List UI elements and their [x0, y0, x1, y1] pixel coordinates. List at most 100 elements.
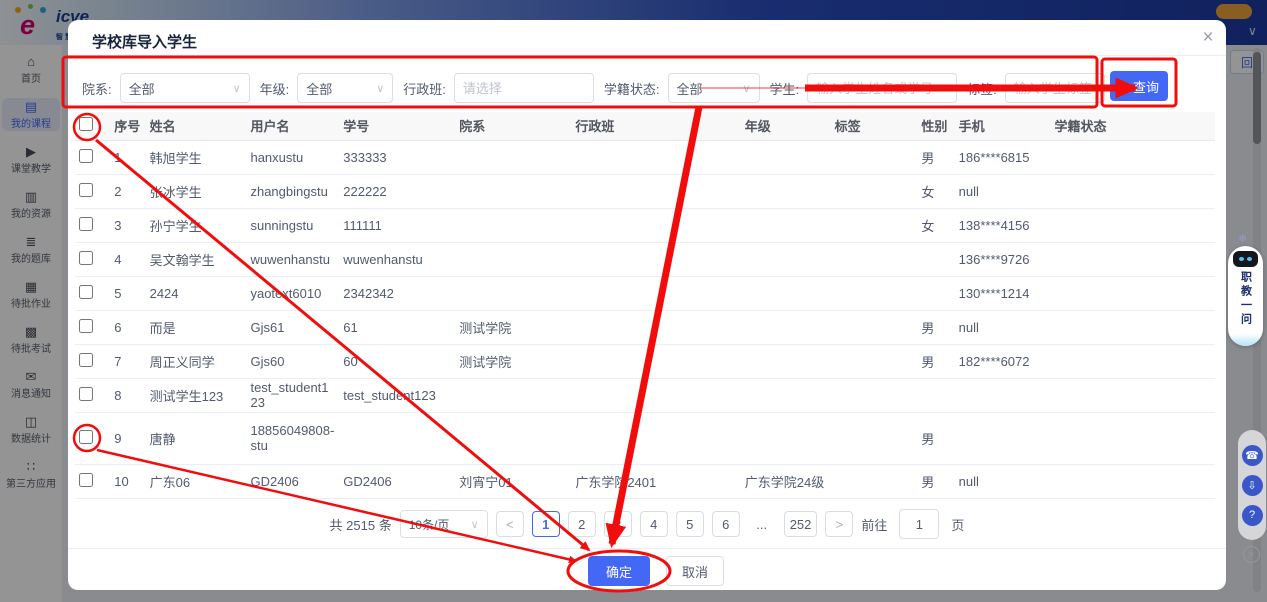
- cell-status: [1050, 310, 1215, 344]
- cell-gender: [917, 276, 954, 310]
- cell-username: 18856049808-stu: [246, 412, 339, 464]
- chevron-down-icon: ∨: [233, 82, 241, 95]
- cell-username: Gjs60: [246, 344, 339, 378]
- cell-student-id: 111111: [339, 208, 455, 242]
- customer-service-icon[interactable]: ☎: [1242, 445, 1263, 466]
- col-header-class: 行政班: [571, 112, 740, 140]
- goto-page-input[interactable]: [899, 509, 939, 539]
- chevron-down-icon: ∨: [376, 82, 384, 95]
- table-header-row: 序号 姓名 用户名 学号 院系 行政班 年级 标签 性别 手机 学籍状态: [75, 112, 1215, 140]
- table-row: 8 测试学生123 test_student123 test_student12…: [75, 378, 1215, 412]
- cell-class: [571, 412, 740, 464]
- row-checkbox[interactable]: [79, 149, 93, 163]
- cell-username: test_student123: [246, 378, 339, 412]
- tag-label: 标签:: [967, 79, 997, 98]
- page-button-4[interactable]: 4: [640, 511, 668, 537]
- next-page-button[interactable]: >: [825, 511, 853, 537]
- table-row: 5 2424 yaotext6010 2342342 130****1214: [75, 276, 1215, 310]
- filter-college: 院系: 全部 ∨: [82, 73, 250, 103]
- row-checkbox[interactable]: [79, 319, 93, 333]
- student-search-input[interactable]: [807, 73, 957, 103]
- table-row: 4 吴文翰学生 wuwenhanstu wuwenhanstu 136****9…: [75, 242, 1215, 276]
- chevron-down-icon: ∨: [471, 518, 479, 531]
- col-header-gender: 性别: [917, 112, 954, 140]
- cell-college: [455, 242, 571, 276]
- cell-class: [571, 174, 740, 208]
- cell-status: [1050, 208, 1215, 242]
- filter-bar: 院系: 全部 ∨ 年级: 全部 ∨ 行政班: 学籍状态: 全: [80, 66, 1105, 110]
- cell-tag: [831, 378, 918, 412]
- cell-tag: [831, 464, 918, 498]
- row-checkbox[interactable]: [79, 353, 93, 367]
- cell-class: [571, 242, 740, 276]
- cell-status: [1050, 140, 1215, 174]
- cell-student-id: [339, 412, 455, 464]
- chevron-down-icon: ∨: [742, 82, 750, 95]
- page-size-select[interactable]: 10条/页 ∨: [400, 510, 488, 538]
- status-select[interactable]: 全部 ∨: [668, 73, 760, 103]
- row-checkbox[interactable]: [79, 183, 93, 197]
- class-input[interactable]: [454, 73, 594, 103]
- prev-page-button[interactable]: <: [496, 511, 524, 537]
- cell-tag: [831, 208, 918, 242]
- row-checkbox[interactable]: [79, 251, 93, 265]
- table-row: 3 孙宁学生 sunningstu 111111 女 138****4156: [75, 208, 1215, 242]
- row-checkbox[interactable]: [79, 217, 93, 231]
- cell-college: [455, 412, 571, 464]
- cell-username: Gjs61: [246, 310, 339, 344]
- page-button-5[interactable]: 5: [676, 511, 704, 537]
- close-icon[interactable]: ×: [1196, 26, 1220, 50]
- help-icon[interactable]: ?: [1242, 505, 1263, 526]
- confirm-button[interactable]: 确定: [588, 556, 650, 586]
- cell-college: 测试学院: [455, 310, 571, 344]
- cell-phone: 138****4156: [955, 208, 1051, 242]
- cell-class: [571, 310, 740, 344]
- cell-phone: null: [955, 310, 1051, 344]
- ai-assistant-widget[interactable]: 职教一问: [1228, 246, 1263, 346]
- cell-college: [455, 174, 571, 208]
- tag-input[interactable]: [1005, 73, 1105, 103]
- cell-tag: [831, 344, 918, 378]
- row-checkbox[interactable]: [79, 285, 93, 299]
- cancel-button[interactable]: 取消: [666, 556, 724, 586]
- college-select[interactable]: 全部 ∨: [120, 73, 250, 103]
- college-select-value: 全部: [129, 79, 155, 98]
- cell-class: 广东学院2401: [571, 464, 740, 498]
- row-checkbox[interactable]: [79, 473, 93, 487]
- cell-grade: [741, 310, 831, 344]
- students-table: 序号 姓名 用户名 学号 院系 行政班 年级 标签 性别 手机 学籍状态 1: [75, 112, 1215, 499]
- search-button[interactable]: 查询: [1110, 71, 1168, 101]
- cell-no: 2: [110, 174, 145, 208]
- cell-class: [571, 378, 740, 412]
- cell-tag: [831, 242, 918, 276]
- cell-gender: 男: [917, 412, 954, 464]
- more-pages-icon[interactable]: ...: [748, 511, 776, 537]
- download-icon[interactable]: ⇩: [1242, 475, 1263, 496]
- page-button-2[interactable]: 2: [568, 511, 596, 537]
- cell-no: 1: [110, 140, 145, 174]
- grade-select[interactable]: 全部 ∨: [297, 73, 393, 103]
- pagination-total: 共 2515 条: [330, 515, 392, 534]
- toolbar-collapse-icon[interactable]: ×: [1243, 546, 1260, 563]
- row-checkbox[interactable]: [79, 387, 93, 401]
- cell-status: [1050, 344, 1215, 378]
- cell-tag: [831, 412, 918, 464]
- page-button-6[interactable]: 6: [712, 511, 740, 537]
- cell-student-id: 60: [339, 344, 455, 378]
- filter-grade: 年级: 全部 ∨: [260, 73, 394, 103]
- cell-grade: [741, 242, 831, 276]
- college-label: 院系:: [82, 79, 112, 98]
- page-button-1[interactable]: 1: [532, 511, 560, 537]
- row-checkbox[interactable]: [79, 430, 93, 444]
- page-button-252[interactable]: 252: [784, 511, 818, 537]
- select-all-checkbox[interactable]: [79, 117, 93, 131]
- cell-gender: 男: [917, 140, 954, 174]
- cell-class: [571, 140, 740, 174]
- status-label: 学籍状态:: [604, 79, 660, 98]
- cell-username: GD2406: [246, 464, 339, 498]
- cell-status: [1050, 464, 1215, 498]
- page-button-3[interactable]: 3: [604, 511, 632, 537]
- class-label: 行政班:: [403, 79, 446, 98]
- cell-grade: [741, 344, 831, 378]
- col-header-grade: 年级: [741, 112, 831, 140]
